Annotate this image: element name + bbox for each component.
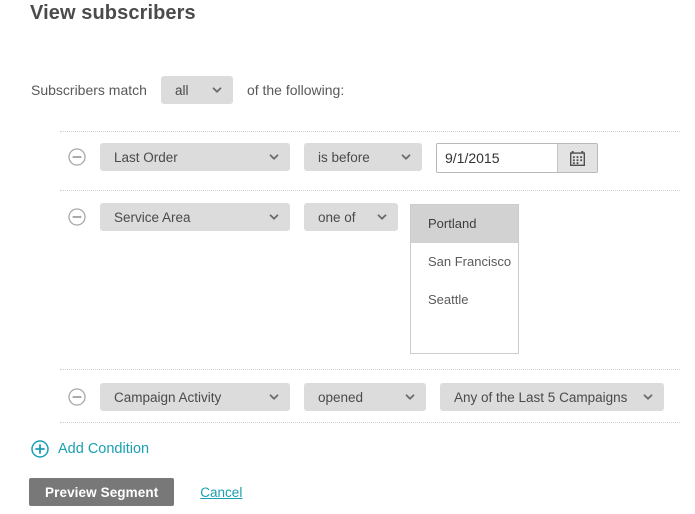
condition-operator-value: opened bbox=[318, 389, 364, 405]
match-type-select-value: all bbox=[174, 82, 189, 98]
condition-value-select[interactable]: Any of the Last 5 Campaigns bbox=[440, 383, 664, 411]
list-item[interactable]: San Francisco bbox=[411, 243, 518, 281]
condition-field-select[interactable]: Service Area bbox=[100, 203, 290, 231]
chevron-down-icon bbox=[268, 211, 280, 223]
chevron-down-icon bbox=[642, 391, 654, 403]
chevron-down-icon bbox=[400, 151, 412, 163]
match-row: Subscribers match all of the following: bbox=[31, 76, 344, 104]
chevron-down-icon bbox=[404, 391, 416, 403]
condition-value-text: Any of the Last 5 Campaigns bbox=[454, 389, 628, 405]
condition-operator-select[interactable]: is before bbox=[304, 143, 422, 171]
service-area-listbox[interactable]: Portland San Francisco Seattle bbox=[410, 204, 519, 354]
chevron-down-icon bbox=[268, 151, 280, 163]
condition-row: Campaign Activity opened Any of the Last… bbox=[68, 383, 664, 411]
divider-3 bbox=[60, 422, 680, 423]
add-condition-button[interactable]: Add Condition bbox=[31, 440, 149, 458]
add-condition-label: Add Condition bbox=[58, 441, 150, 457]
match-prefix-label: Subscribers match bbox=[31, 82, 147, 98]
calendar-icon[interactable] bbox=[557, 144, 597, 172]
condition-field-select[interactable]: Last Order bbox=[100, 143, 290, 171]
condition-row: Service Area one of bbox=[68, 203, 398, 231]
condition-field-value: Last Order bbox=[114, 149, 178, 165]
divider-2 bbox=[60, 369, 680, 370]
match-type-select[interactable]: all bbox=[160, 76, 233, 104]
list-item[interactable]: Portland bbox=[411, 205, 518, 243]
chevron-down-icon bbox=[211, 84, 223, 96]
divider-1 bbox=[60, 190, 680, 191]
circle-plus-icon bbox=[31, 440, 49, 458]
date-field-wrapper bbox=[436, 143, 598, 173]
page-title: View subscribers bbox=[30, 2, 196, 24]
chevron-down-icon bbox=[268, 391, 280, 403]
footer-actions: Preview Segment Cancel bbox=[29, 478, 242, 506]
condition-row: Last Order is before bbox=[68, 143, 598, 173]
divider-top bbox=[60, 131, 680, 132]
match-suffix-label: of the following: bbox=[246, 82, 345, 98]
circle-minus-icon[interactable] bbox=[68, 148, 86, 166]
condition-field-value: Service Area bbox=[114, 209, 191, 225]
condition-field-select[interactable]: Campaign Activity bbox=[100, 383, 290, 411]
circle-minus-icon[interactable] bbox=[68, 388, 86, 406]
date-input[interactable] bbox=[437, 144, 557, 172]
chevron-down-icon bbox=[376, 211, 388, 223]
cancel-link[interactable]: Cancel bbox=[200, 485, 242, 500]
condition-operator-select[interactable]: opened bbox=[304, 383, 426, 411]
condition-operator-select[interactable]: one of bbox=[304, 203, 398, 231]
preview-segment-button[interactable]: Preview Segment bbox=[29, 478, 175, 506]
condition-operator-value: is before bbox=[318, 149, 370, 165]
condition-field-value: Campaign Activity bbox=[114, 389, 222, 405]
circle-minus-icon[interactable] bbox=[68, 208, 86, 226]
list-item[interactable]: Seattle bbox=[411, 281, 518, 319]
condition-operator-value: one of bbox=[318, 209, 356, 225]
